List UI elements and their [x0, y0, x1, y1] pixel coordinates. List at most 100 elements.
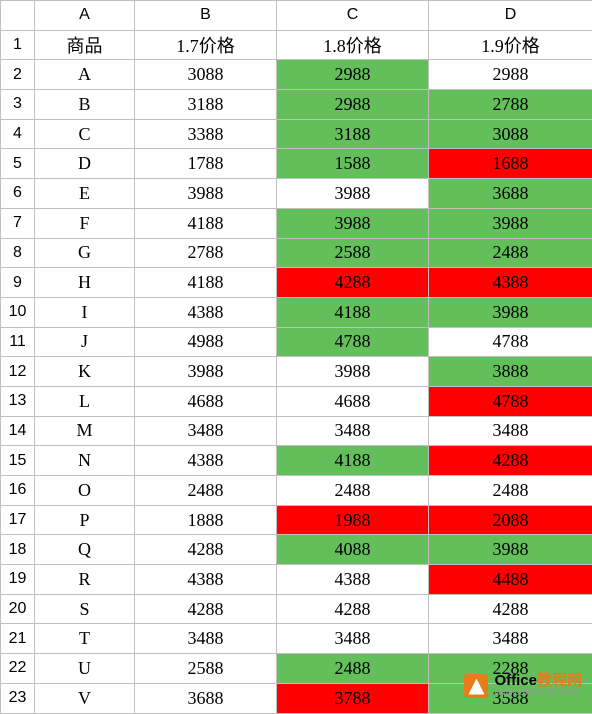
cell-product[interactable]: V	[35, 683, 135, 713]
row-header-5[interactable]: 5	[1, 149, 35, 179]
cell-price-17[interactable]: 2588	[135, 654, 277, 684]
cell-price-19[interactable]: 3088	[429, 119, 592, 149]
row-header-13[interactable]: 13	[1, 386, 35, 416]
row-header-2[interactable]: 2	[1, 60, 35, 90]
cell-product[interactable]: D	[35, 149, 135, 179]
cell-price-18[interactable]: 3988	[277, 179, 429, 209]
cell-price-18[interactable]: 4088	[277, 535, 429, 565]
cell-price-19[interactable]: 3988	[429, 535, 592, 565]
cell-product[interactable]: J	[35, 327, 135, 357]
select-all-corner[interactable]	[1, 1, 35, 31]
cell-product[interactable]: I	[35, 297, 135, 327]
cell-product[interactable]: B	[35, 90, 135, 120]
cell-price-19[interactable]: 4788	[429, 327, 592, 357]
cell-price-19[interactable]: 4388	[429, 268, 592, 298]
row-header-19[interactable]: 19	[1, 565, 35, 595]
cell-product[interactable]: P	[35, 505, 135, 535]
cell-price-19[interactable]: 4788	[429, 386, 592, 416]
cell-price-18[interactable]: 1988	[277, 505, 429, 535]
cell-product[interactable]: K	[35, 357, 135, 387]
cell-price-19[interactable]: 3688	[429, 179, 592, 209]
cell-price-18[interactable]: 3188	[277, 119, 429, 149]
cell-price-17[interactable]: 1788	[135, 149, 277, 179]
cell-product[interactable]: Q	[35, 535, 135, 565]
cell-price-19[interactable]: 2788	[429, 90, 592, 120]
cell-price-19[interactable]: 3488	[429, 416, 592, 446]
cell-price-19[interactable]: 3988	[429, 297, 592, 327]
row-header-7[interactable]: 7	[1, 208, 35, 238]
cell-product[interactable]: A	[35, 60, 135, 90]
cell-price-18[interactable]: 1588	[277, 149, 429, 179]
cell-product[interactable]: F	[35, 208, 135, 238]
row-header-4[interactable]: 4	[1, 119, 35, 149]
cell-price-18[interactable]: 4288	[277, 268, 429, 298]
cell-price-17[interactable]: 4688	[135, 386, 277, 416]
cell-price-19[interactable]: 2088	[429, 505, 592, 535]
header-cell-a[interactable]: 商品	[35, 30, 135, 60]
cell-price-18[interactable]: 2488	[277, 476, 429, 506]
cell-product[interactable]: N	[35, 446, 135, 476]
cell-price-18[interactable]: 2488	[277, 654, 429, 684]
cell-price-17[interactable]: 2788	[135, 238, 277, 268]
cell-price-17[interactable]: 4388	[135, 446, 277, 476]
row-header-1[interactable]: 1	[1, 30, 35, 60]
cell-product[interactable]: C	[35, 119, 135, 149]
cell-price-18[interactable]: 4688	[277, 386, 429, 416]
cell-product[interactable]: L	[35, 386, 135, 416]
cell-price-19[interactable]: 4288	[429, 446, 592, 476]
cell-product[interactable]: H	[35, 268, 135, 298]
cell-price-18[interactable]: 3988	[277, 357, 429, 387]
row-header-21[interactable]: 21	[1, 624, 35, 654]
cell-price-18[interactable]: 3988	[277, 208, 429, 238]
cell-product[interactable]: S	[35, 594, 135, 624]
cell-price-19[interactable]: 3488	[429, 624, 592, 654]
cell-price-17[interactable]: 3488	[135, 624, 277, 654]
row-header-12[interactable]: 12	[1, 357, 35, 387]
cell-price-19[interactable]: 2988	[429, 60, 592, 90]
cell-price-18[interactable]: 4188	[277, 446, 429, 476]
cell-product[interactable]: U	[35, 654, 135, 684]
cell-price-17[interactable]: 4388	[135, 565, 277, 595]
cell-price-19[interactable]: 4288	[429, 594, 592, 624]
cell-price-18[interactable]: 3788	[277, 683, 429, 713]
row-header-6[interactable]: 6	[1, 179, 35, 209]
row-header-18[interactable]: 18	[1, 535, 35, 565]
row-header-23[interactable]: 23	[1, 683, 35, 713]
cell-price-19[interactable]: 2288	[429, 654, 592, 684]
cell-price-18[interactable]: 4288	[277, 594, 429, 624]
cell-price-19[interactable]: 3888	[429, 357, 592, 387]
cell-price-17[interactable]: 3388	[135, 119, 277, 149]
cell-price-19[interactable]: 2488	[429, 476, 592, 506]
cell-price-17[interactable]: 3088	[135, 60, 277, 90]
cell-price-17[interactable]: 3988	[135, 179, 277, 209]
row-header-9[interactable]: 9	[1, 268, 35, 298]
row-header-16[interactable]: 16	[1, 476, 35, 506]
row-header-15[interactable]: 15	[1, 446, 35, 476]
cell-product[interactable]: R	[35, 565, 135, 595]
header-cell-d[interactable]: 1.9价格	[429, 30, 592, 60]
row-header-14[interactable]: 14	[1, 416, 35, 446]
cell-price-17[interactable]: 4188	[135, 268, 277, 298]
col-header-b[interactable]: B	[135, 1, 277, 31]
spreadsheet-grid[interactable]: A B C D 1商品1.7价格1.8价格1.9价格2A308829882988…	[0, 0, 592, 714]
cell-price-17[interactable]: 4288	[135, 535, 277, 565]
col-header-c[interactable]: C	[277, 1, 429, 31]
row-header-10[interactable]: 10	[1, 297, 35, 327]
cell-product[interactable]: M	[35, 416, 135, 446]
row-header-20[interactable]: 20	[1, 594, 35, 624]
cell-product[interactable]: G	[35, 238, 135, 268]
cell-price-17[interactable]: 1888	[135, 505, 277, 535]
cell-price-19[interactable]: 1688	[429, 149, 592, 179]
row-header-17[interactable]: 17	[1, 505, 35, 535]
col-header-a[interactable]: A	[35, 1, 135, 31]
cell-price-17[interactable]: 2488	[135, 476, 277, 506]
cell-price-18[interactable]: 3488	[277, 624, 429, 654]
cell-price-19[interactable]: 3588	[429, 683, 592, 713]
cell-price-17[interactable]: 4288	[135, 594, 277, 624]
cell-price-17[interactable]: 4988	[135, 327, 277, 357]
cell-price-17[interactable]: 4388	[135, 297, 277, 327]
cell-price-19[interactable]: 3988	[429, 208, 592, 238]
cell-price-17[interactable]: 3988	[135, 357, 277, 387]
cell-price-17[interactable]: 3188	[135, 90, 277, 120]
cell-price-18[interactable]: 2588	[277, 238, 429, 268]
